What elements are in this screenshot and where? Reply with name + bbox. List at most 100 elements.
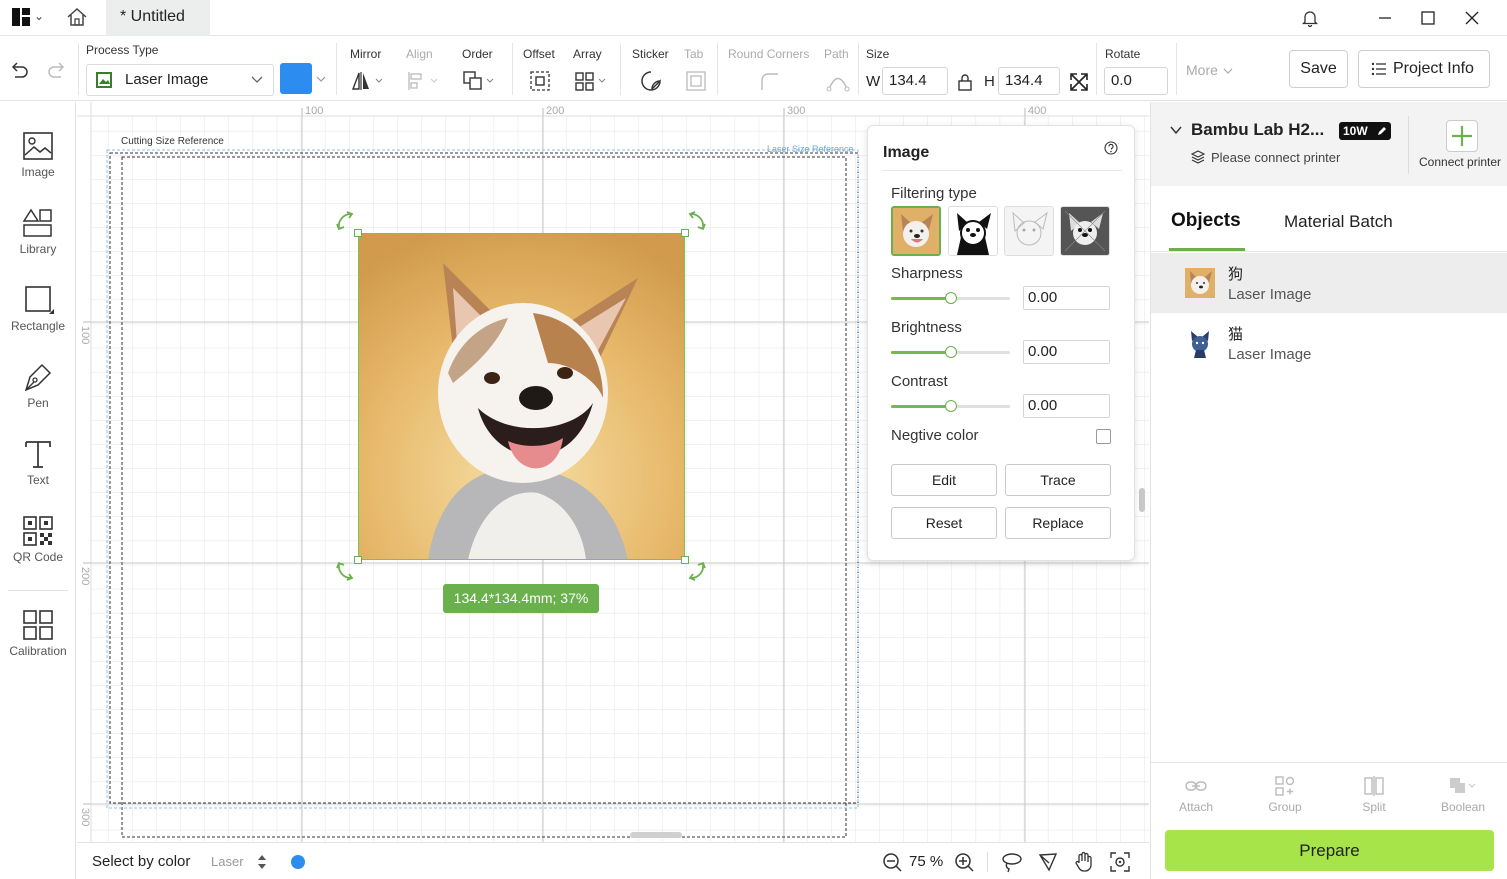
maximize-icon[interactable] (1418, 8, 1438, 28)
array-icon[interactable] (574, 70, 610, 92)
negative-color-checkbox[interactable] (1096, 429, 1111, 444)
select-by-color-label: Select by color (92, 853, 191, 870)
tab-objects[interactable]: Objects (1171, 210, 1241, 232)
app-logo-icon[interactable] (12, 8, 30, 26)
filter-grayscale[interactable] (948, 206, 998, 256)
rotate-handle-icon[interactable] (685, 560, 707, 582)
image-tool[interactable]: Image (0, 130, 76, 179)
tab-icon[interactable] (685, 70, 707, 92)
prepare-button[interactable]: Prepare (1165, 830, 1494, 871)
cutting-size-reference-label: Cutting Size Reference (121, 136, 224, 147)
rotate-handle-icon[interactable] (335, 210, 357, 232)
sharpness-input[interactable]: 0.00 (1023, 286, 1110, 310)
path-label: Path (824, 47, 849, 61)
replace-button[interactable]: Replace (1005, 507, 1111, 539)
image-tool-label: Image (21, 165, 55, 179)
align-icon[interactable] (406, 70, 442, 92)
lasso-icon[interactable] (1001, 851, 1023, 873)
brightness-slider-knob[interactable] (945, 346, 957, 358)
mirror-label: Mirror (350, 47, 382, 61)
more-menu[interactable]: More (1186, 62, 1218, 78)
undo-icon[interactable] (8, 59, 30, 81)
offset-icon[interactable] (529, 70, 551, 92)
reset-button[interactable]: Reset (891, 507, 997, 539)
status-bar: Select by color Laser 75 % (77, 842, 1149, 879)
color-dot[interactable] (291, 855, 305, 869)
brightness-input[interactable]: 0.00 (1023, 340, 1110, 364)
chevron-down-icon[interactable] (1169, 124, 1183, 136)
height-input[interactable]: 134.4 (998, 67, 1060, 95)
split-button[interactable]: Split (1339, 774, 1409, 814)
order-icon[interactable] (462, 70, 498, 92)
redo-icon[interactable] (46, 59, 68, 81)
laser-size-reference-label: Laser Size Reference (767, 144, 854, 154)
sticker-icon[interactable] (639, 70, 663, 92)
contrast-input[interactable]: 0.00 (1023, 394, 1110, 418)
vertical-scrollbar[interactable] (1139, 488, 1145, 512)
chevron-down-icon[interactable] (315, 74, 327, 84)
select-arrow-icon[interactable] (1037, 851, 1059, 873)
fit-view-icon[interactable] (1109, 851, 1131, 873)
pen-tool[interactable]: Pen (0, 361, 76, 410)
sharpness-slider-knob[interactable] (945, 292, 957, 304)
project-info-label: Project Info (1393, 60, 1474, 77)
connect-printer-button[interactable] (1446, 120, 1478, 152)
bell-icon[interactable] (1300, 8, 1320, 28)
attach-button[interactable]: Attach (1161, 774, 1231, 814)
rotate-handle-icon[interactable] (685, 210, 707, 232)
ruler-top-200: 200 (546, 105, 564, 117)
group-button[interactable]: Group (1250, 774, 1320, 814)
chevron-down-icon (1223, 68, 1233, 74)
boolean-button[interactable]: Boolean (1428, 774, 1498, 814)
printer-name[interactable]: Bambu Lab H2... (1191, 120, 1324, 140)
layer-color-swatch[interactable] (280, 63, 312, 94)
rotate-input[interactable]: 0.0 (1104, 67, 1168, 95)
text-tool[interactable]: Text (0, 438, 76, 487)
tab-material-batch[interactable]: Material Batch (1284, 212, 1393, 232)
object-type: Laser Image (1228, 286, 1312, 303)
width-input[interactable]: 134.4 (882, 67, 948, 95)
filter-sketch[interactable] (1004, 206, 1054, 256)
laser-image-icon (96, 72, 112, 88)
rotate-handle-icon[interactable] (335, 560, 357, 582)
document-tab[interactable]: * Untitled (106, 0, 210, 36)
sort-arrows-icon[interactable] (257, 854, 267, 870)
chevron-down-icon[interactable]: ⌄ (34, 9, 44, 23)
horizontal-scrollbar[interactable] (630, 832, 682, 838)
boolean-label: Boolean (1440, 800, 1486, 814)
process-type-value: Laser Image (125, 71, 209, 88)
zoom-in-icon[interactable] (953, 851, 975, 873)
contrast-slider-knob[interactable] (945, 400, 957, 412)
ruler-left-200: 200 (79, 567, 91, 585)
calibration-tool[interactable]: Calibration (0, 609, 76, 658)
home-icon[interactable] (66, 7, 88, 27)
filter-dither[interactable] (1060, 206, 1110, 256)
path-icon[interactable] (826, 70, 850, 92)
help-icon[interactable] (1104, 141, 1118, 155)
rectangle-tool[interactable]: Rectangle (0, 284, 76, 333)
layers-icon (1191, 150, 1205, 164)
round-corners-icon[interactable] (758, 70, 780, 92)
zoom-out-icon[interactable] (881, 851, 903, 873)
qr-code-tool[interactable]: QR Code (0, 515, 76, 564)
sharpness-slider-fill (891, 297, 951, 300)
plus-icon (1452, 126, 1472, 146)
minimize-icon[interactable] (1375, 8, 1395, 28)
list-item[interactable]: 猫 Laser Image (1151, 313, 1507, 373)
fit-size-icon[interactable] (1069, 72, 1089, 92)
trace-button[interactable]: Trace (1005, 464, 1111, 496)
right-panel: Bambu Lab H2... 10W Please connect print… (1150, 102, 1507, 879)
edit-button[interactable]: Edit (891, 464, 997, 496)
library-icon (22, 208, 52, 237)
filter-original[interactable] (891, 206, 941, 256)
printer-section: Bambu Lab H2... 10W Please connect print… (1151, 102, 1507, 186)
hand-pan-icon[interactable] (1073, 851, 1095, 873)
save-button[interactable]: Save (1289, 50, 1348, 88)
laser-mode-select[interactable]: Laser (211, 854, 244, 869)
split-label: Split (1362, 800, 1386, 814)
close-icon[interactable] (1462, 8, 1482, 28)
mirror-icon[interactable] (350, 70, 386, 92)
lock-icon[interactable] (956, 72, 974, 92)
library-tool[interactable]: Library (0, 207, 76, 256)
list-item[interactable]: 狗 Laser Image (1151, 253, 1507, 313)
